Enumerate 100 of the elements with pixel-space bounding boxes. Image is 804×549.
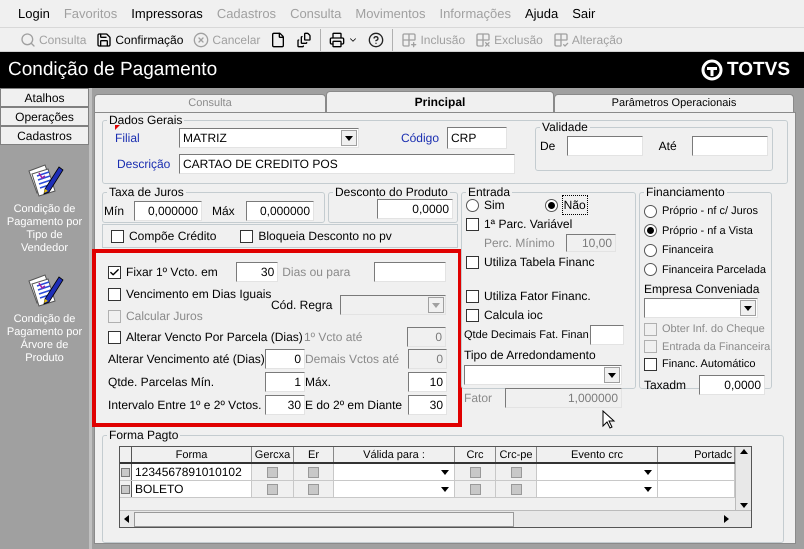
caret-icon [604,367,620,383]
checkbox[interactable]: Vencimento em Dias Iguais [108,285,271,303]
checkbox[interactable]: Bloqueia Desconto no pv [240,227,392,245]
checkbox[interactable]: Alterar Vencto Por Parcela (Dias) [108,328,304,346]
document-icon [270,32,286,48]
checkbox[interactable]: Utiliza Fator Financ. [466,287,631,305]
caret-icon [428,297,444,313]
check-icon [109,266,120,278]
sidebar-section[interactable]: Atalhos [0,88,89,107]
field-label: Taxadm [644,376,688,394]
input-field[interactable]: 0 [265,349,305,370]
input-field[interactable]: 30 [236,262,278,282]
sidebar-section[interactable]: Cadastros [0,126,89,145]
radio-button[interactable]: Próprio - nf a Vista [644,222,767,239]
input-field[interactable]: 0,0000 [377,199,453,219]
field-label: Empresa Conveniada [644,282,760,296]
input-field[interactable]: 0,000000 [134,201,202,221]
menu-item[interactable]: Login [18,4,50,24]
checkbox[interactable]: 1ª Parc. Variável [466,215,631,233]
grid-checkbox[interactable] [470,484,480,494]
down-arrow-icon [738,500,748,510]
documents-icon [296,32,312,48]
input-field[interactable] [692,136,768,156]
grid-checkbox[interactable] [510,484,522,494]
logo-icon [701,59,723,81]
grid-checkbox[interactable] [470,466,480,478]
input-field[interactable]: 1 [265,372,305,392]
toolbar-button[interactable]: Confirmação [94,30,186,50]
input-field[interactable]: 0,0000 [699,374,765,394]
x-circle-icon [193,32,210,48]
column-header: Crc-pe [496,447,537,462]
input-field[interactable]: 30 [265,394,305,415]
mouse-cursor-icon [602,410,616,430]
caret-icon [740,300,756,316]
checkbox[interactable]: Fixar 1º Vcto. em [108,263,236,281]
field-label: Qtde Decimais Fat. Finan [464,328,590,343]
radio-button[interactable]: Financeira [644,242,767,258]
radio-button[interactable]: Sim [466,196,505,214]
field-label: Dias ou para [282,265,350,279]
input-field[interactable] [590,325,624,345]
field-label: Qtde. Parcelas Mín. [108,374,216,391]
radio-button[interactable]: Financeira Parcelada [644,262,767,278]
group-title: Desconto do Produto [334,186,449,199]
dropdown-cell[interactable] [537,464,658,480]
field-label: Demais Vctos até [305,351,400,368]
sidebar-section[interactable]: Operações [0,107,89,126]
table-cell-text: BOLETO [134,481,184,498]
tab[interactable]: Parâmetros Operacionais [554,94,794,112]
menu-item[interactable]: Impressoras [131,4,203,24]
dropdown-cell[interactable] [334,481,455,497]
help-button[interactable] [366,30,386,50]
field-label: Código [400,130,439,147]
field-label: Filial [115,130,140,147]
column-header: Crc [455,447,496,462]
dropdown-field[interactable]: MATRIZ [179,128,359,148]
field-label: Máx. [305,374,332,391]
checkbox[interactable]: Financ. Automático [644,356,767,372]
field-label: De [540,138,556,155]
grid-checkbox[interactable] [267,484,278,494]
column-header: Er [294,447,334,462]
menu-item[interactable]: Ajuda [525,4,558,24]
input-field[interactable] [374,262,446,282]
field-label: Tipo de Arredondamento [464,348,596,362]
scroll-thumb[interactable] [134,512,514,526]
sidebar-item-label: Condição de Pagamento por Tipo de Vendedor [6,203,84,255]
grid-x-icon [475,32,492,48]
grid-plus-icon [401,32,418,48]
horizontal-scrollbar[interactable] [120,510,751,527]
menu-item[interactable]: Sair [572,4,596,24]
checkbox[interactable]: Calcula ioc [466,306,631,324]
tab[interactable]: Principal [326,91,554,112]
group-title: Financiamento [645,186,726,199]
dropdown-field[interactable] [464,365,622,385]
logo-text: TOTVS [727,58,790,82]
grid-checkbox[interactable] [510,466,522,478]
input-field[interactable]: CARTAO DE CREDITO POS [179,154,515,174]
radio-button[interactable]: Não [544,196,587,214]
column-header: Forma [132,447,252,462]
input-field[interactable]: CRP [447,127,507,149]
input-field[interactable]: 0,000000 [246,201,314,221]
input-field[interactable] [567,136,644,156]
column-header: Evento crc [537,447,658,462]
group-title: Validade [541,121,589,134]
grid-checkbox[interactable] [308,484,319,494]
checkbox[interactable]: Utiliza Tabela Financ [466,253,631,271]
dropdown-cell[interactable] [334,464,455,480]
grid-checkbox[interactable] [308,466,319,478]
input-field[interactable]: 30 [408,394,447,415]
checkbox[interactable]: Compõe Crédito [111,227,216,245]
input-field[interactable]: 10 [408,372,447,392]
radio-button[interactable]: Próprio - nf c/ Juros [644,203,767,220]
dropdown-cell[interactable] [537,481,658,497]
column-header: Gercxa [252,447,294,462]
group-title: Forma Pagto [108,429,180,442]
page-title: Condição de Pagamento [8,58,218,82]
dropdown-field[interactable] [644,298,758,318]
grid-checkbox[interactable] [267,466,278,478]
vertical-scrollbar[interactable] [735,447,751,510]
search-icon [20,32,36,48]
group-title: Dados Gerais [108,114,184,127]
